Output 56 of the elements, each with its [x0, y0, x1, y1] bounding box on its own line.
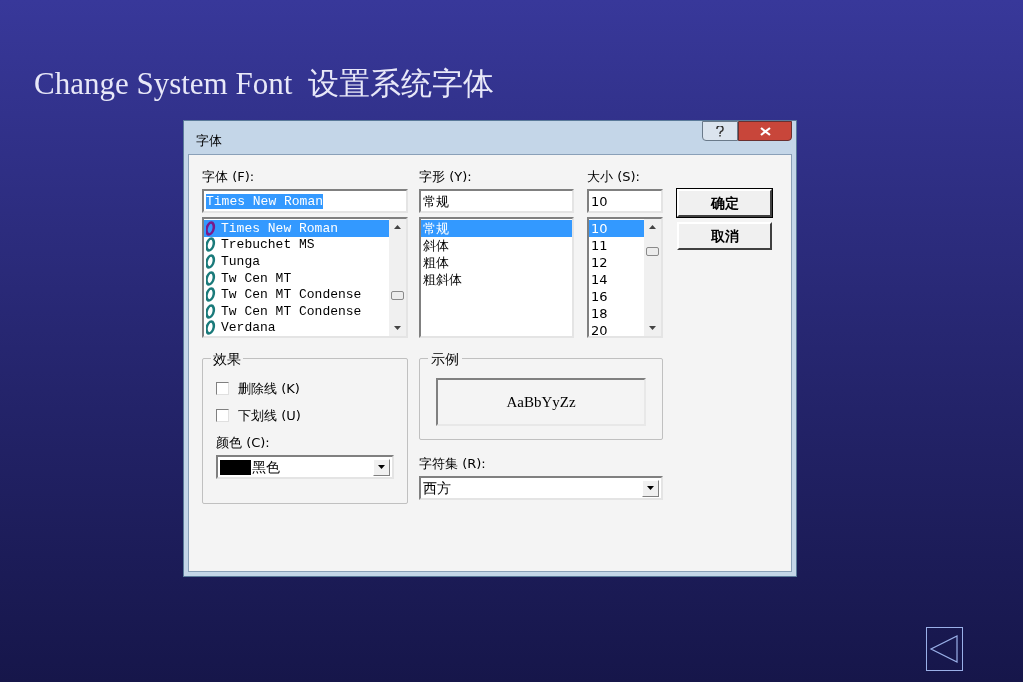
help-button[interactable] [702, 121, 738, 141]
size-list-item[interactable]: 11 [589, 237, 644, 254]
style-list-item[interactable]: 粗体 [421, 254, 572, 271]
font-type-icon [206, 303, 217, 319]
close-button[interactable] [738, 121, 792, 141]
checkbox-label: 下划线 (U) [238, 406, 301, 425]
scrollbar-thumb[interactable] [391, 291, 404, 300]
close-icon [759, 126, 771, 136]
caret-icon [647, 486, 654, 490]
field-label: 字符集 (R): [419, 455, 487, 473]
sample-preview: AaBbYyZz [436, 378, 646, 426]
font-type-icon [206, 220, 217, 236]
font-style-field[interactable]: 常规 [419, 189, 574, 213]
charset-dropdown[interactable]: 西方 [419, 476, 663, 500]
field-label: 颜色 (C): [216, 434, 271, 452]
font-list-item[interactable]: Trebuchet MS [204, 236, 389, 254]
scroll-up-arrow-icon[interactable] [394, 225, 401, 229]
dialog-button[interactable]: 取消 [677, 222, 772, 250]
field-label: 大小 (S): [587, 168, 641, 186]
font-list-item[interactable]: Tunga [204, 253, 389, 270]
size-list-item[interactable]: 18 [589, 305, 644, 322]
scroll-down-arrow-icon[interactable] [649, 326, 656, 330]
font-list-item[interactable]: Tw Cen MT [204, 269, 389, 287]
size-list-item[interactable]: 16 [589, 288, 644, 305]
dropdown-button[interactable] [373, 458, 390, 476]
scroll-up-arrow-icon[interactable] [649, 225, 656, 229]
size-list-item[interactable]: 20 [589, 322, 644, 339]
scrollbar-thumb[interactable] [646, 247, 659, 256]
scrollbar[interactable] [644, 219, 661, 336]
font-list-item[interactable]: Tw Cen MT Condense [204, 286, 389, 303]
font-type-icon [206, 253, 217, 269]
slide-title: Change System Font 设置系统字体 [34, 65, 495, 103]
size-list-item[interactable]: 12 [589, 254, 644, 271]
font-type-icon [206, 237, 217, 253]
field-label: 字体 (F): [202, 168, 256, 186]
dialog-title: 字体 [196, 131, 222, 150]
font-type-icon [206, 287, 217, 303]
checkbox[interactable] [216, 382, 229, 395]
font-list-item[interactable]: Tw Cen MT Condense [204, 302, 389, 320]
caret-icon [378, 465, 385, 469]
dropdown-button[interactable] [642, 479, 659, 497]
scroll-down-arrow-icon[interactable] [394, 326, 401, 330]
color-dropdown[interactable]: 黑色 [216, 455, 394, 479]
checkbox[interactable] [216, 409, 229, 422]
dialog-button[interactable]: 确定 [677, 189, 772, 217]
field-label: 字形 (Y): [419, 168, 473, 186]
size-list-item[interactable]: 14 [589, 271, 644, 288]
font-size-field[interactable]: 10 [587, 189, 663, 213]
font-list-item[interactable]: Verdana [204, 319, 389, 337]
font-type-icon [206, 270, 217, 286]
font-type-icon [206, 320, 217, 336]
style-list-item[interactable]: 粗斜体 [421, 271, 572, 288]
scrollbar[interactable] [389, 219, 406, 336]
checkbox-label: 删除线 (K) [238, 379, 300, 398]
help-icon [716, 125, 724, 137]
style-list-item[interactable]: 斜体 [421, 237, 572, 254]
